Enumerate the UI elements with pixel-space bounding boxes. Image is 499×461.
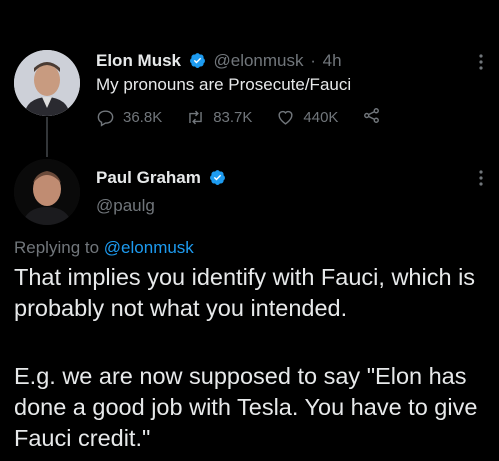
timestamp[interactable]: 4h	[323, 51, 342, 70]
retweet-button[interactable]: 83.7K	[186, 108, 252, 127]
replying-to: Replying to @elonmusk	[14, 238, 194, 258]
share-button[interactable]	[362, 106, 381, 129]
tweet-elon-header: Elon Musk @elonmusk · 4h	[96, 51, 342, 71]
share-icon	[364, 108, 380, 123]
author-handle[interactable]: @elonmusk	[213, 51, 303, 70]
like-icon	[278, 110, 293, 125]
like-count: 440K	[303, 109, 339, 126]
avatar-paul[interactable]	[14, 159, 80, 225]
like-button[interactable]: 440K	[276, 108, 338, 127]
retweet-icon	[189, 110, 202, 125]
author-name[interactable]: Elon Musk	[96, 51, 181, 70]
avatar-paul-image	[14, 159, 80, 225]
replying-to-link[interactable]: @elonmusk	[104, 238, 194, 257]
reply-button[interactable]: 36.8K	[96, 108, 162, 127]
reply-icon	[97, 110, 114, 127]
author-handle[interactable]: @paulg	[96, 196, 155, 216]
thread-line	[46, 117, 48, 157]
avatar-elon[interactable]	[14, 50, 80, 116]
verified-badge-icon	[189, 52, 206, 69]
replying-prefix: Replying to	[14, 238, 100, 257]
separator: ·	[310, 51, 316, 70]
reply-count: 36.8K	[123, 109, 163, 126]
tweet-actions: 36.8K 83.7K 440K	[96, 106, 381, 129]
tweet-elon-text: My pronouns are Prosecute/Fauci	[96, 75, 352, 94]
author-name[interactable]: Paul Graham	[96, 168, 201, 187]
more-icon[interactable]	[471, 168, 491, 188]
retweet-count: 83.7K	[213, 109, 253, 126]
more-icon[interactable]	[471, 52, 491, 72]
tweet-paul-header: Paul Graham	[96, 168, 226, 188]
tweet-paul-text-para1: That implies you identify with Fauci, wh…	[14, 264, 476, 321]
verified-badge-icon	[209, 169, 226, 186]
avatar-elon-image	[14, 50, 80, 116]
tweet-paul-text-para2: E.g. we are now supposed to say "Elon ha…	[14, 363, 478, 451]
